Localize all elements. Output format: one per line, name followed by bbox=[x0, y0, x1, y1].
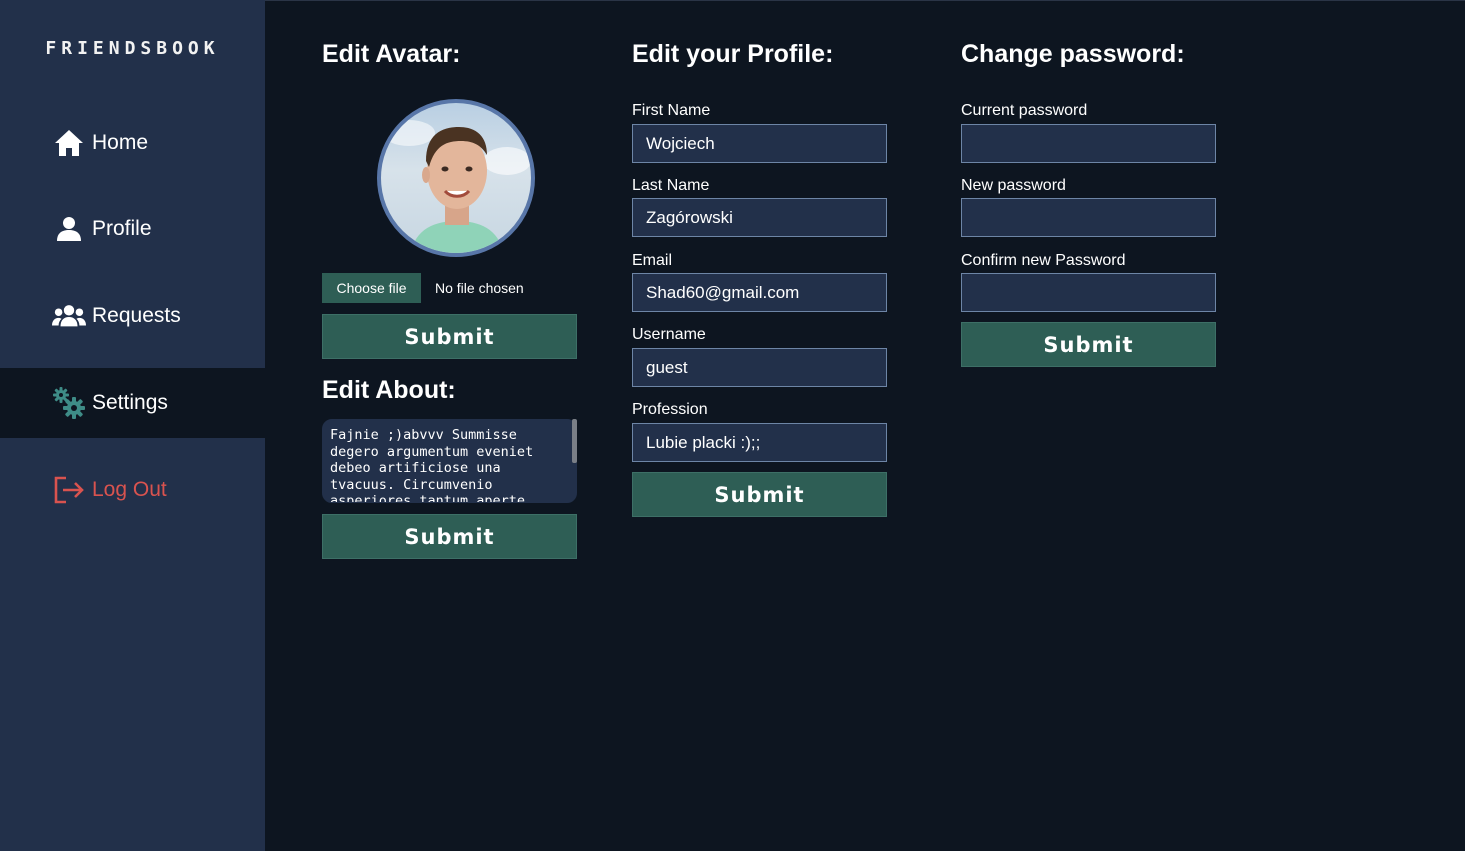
change-password-title: Change password: bbox=[961, 40, 1185, 68]
email-label: Email bbox=[632, 252, 673, 269]
current-password-label: Current password bbox=[961, 102, 1088, 119]
edit-about-title: Edit About: bbox=[322, 376, 456, 404]
avatar-photo bbox=[383, 120, 531, 253]
about-submit-button[interactable]: Submit bbox=[322, 514, 577, 559]
sidebar-item-settings[interactable]: Settings bbox=[0, 368, 265, 438]
last-name-label: Last Name bbox=[632, 177, 710, 194]
sidebar-item-logout[interactable]: Log Out bbox=[0, 455, 265, 525]
avatar-submit-button[interactable]: Submit bbox=[322, 314, 577, 359]
home-icon bbox=[52, 126, 86, 160]
sidebar: FRIENDSBOOK Home Profile Requests Settin… bbox=[0, 0, 265, 851]
edit-profile-title: Edit your Profile: bbox=[632, 40, 834, 68]
current-password-input[interactable] bbox=[961, 124, 1216, 163]
choose-file-button[interactable]: Choose file bbox=[322, 273, 421, 303]
sidebar-item-home[interactable]: Home bbox=[0, 108, 265, 178]
edit-avatar-title: Edit Avatar: bbox=[322, 40, 461, 68]
confirm-password-label: Confirm new Password bbox=[961, 252, 1126, 269]
email-input[interactable] bbox=[632, 273, 887, 312]
first-name-label: First Name bbox=[632, 102, 711, 119]
sidebar-item-label: Settings bbox=[92, 391, 168, 414]
password-submit-button[interactable]: Submit bbox=[961, 322, 1216, 367]
username-input[interactable] bbox=[632, 348, 887, 387]
no-file-chosen-text: No file chosen bbox=[435, 280, 524, 296]
user-icon bbox=[52, 212, 86, 246]
sidebar-item-label: Profile bbox=[92, 217, 152, 240]
sidebar-item-requests[interactable]: Requests bbox=[0, 281, 265, 351]
confirm-password-input[interactable] bbox=[961, 273, 1216, 312]
users-icon bbox=[52, 299, 86, 333]
about-textarea[interactable]: Fajnie ;)abvvv Summisse degero argumentu… bbox=[322, 419, 577, 503]
about-scrollbar[interactable] bbox=[572, 419, 577, 463]
profession-input[interactable] bbox=[632, 423, 887, 462]
new-password-label: New password bbox=[961, 177, 1066, 194]
sidebar-item-label: Home bbox=[92, 131, 149, 154]
gears-icon bbox=[52, 386, 86, 420]
profession-label: Profession bbox=[632, 401, 708, 418]
new-password-input[interactable] bbox=[961, 198, 1216, 237]
sidebar-item-label: Requests bbox=[92, 304, 181, 327]
last-name-input[interactable] bbox=[632, 198, 887, 237]
first-name-input[interactable] bbox=[632, 124, 887, 163]
profile-submit-button[interactable]: Submit bbox=[632, 472, 887, 517]
username-label: Username bbox=[632, 326, 706, 343]
avatar bbox=[377, 99, 535, 257]
sidebar-item-label: Log Out bbox=[92, 478, 167, 501]
app-logo[interactable]: FRIENDSBOOK bbox=[0, 38, 265, 59]
logout-icon bbox=[52, 473, 86, 507]
sidebar-item-profile[interactable]: Profile bbox=[0, 194, 265, 264]
